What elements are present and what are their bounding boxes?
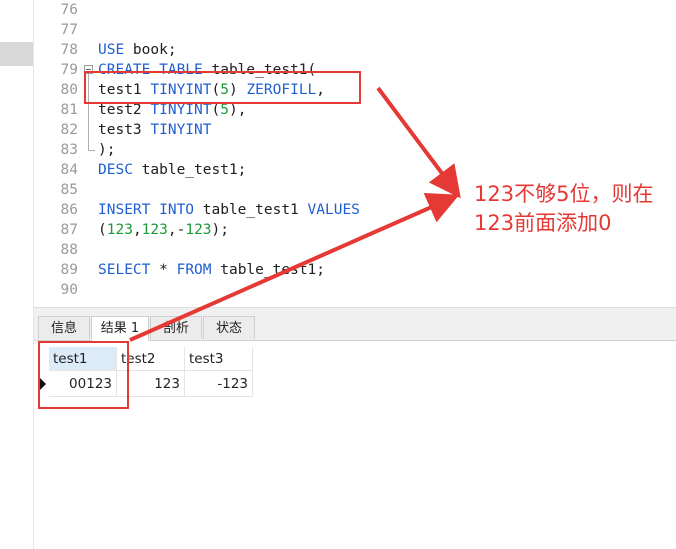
result-grid: test1 test2 test3 00123 123 -123 (34, 341, 676, 549)
annotation-line-1: 123不够5位，则在 (474, 182, 654, 206)
tab-info[interactable]: 信息 (38, 316, 90, 339)
line-number: 89 (60, 262, 78, 278)
line-number: 88 (60, 242, 78, 258)
column-header-test3[interactable]: test3 (185, 347, 253, 371)
code-text: ); (98, 140, 115, 160)
code-text: USE book; (98, 40, 177, 60)
highlight-box-code (84, 71, 361, 104)
line-number: 90 (60, 282, 78, 298)
sql-editor[interactable]: 76 77 78 USE book; 79 CREATE TABLE table_test… (34, 0, 676, 307)
code-text: INSERT INTO table_test1 VALUES (98, 200, 360, 220)
left-panel-selected-item[interactable] (0, 42, 33, 66)
sql-number: 5 (220, 102, 229, 118)
sql-keyword: DESC (98, 162, 133, 178)
sql-keyword: INSERT INTO (98, 202, 195, 218)
line-number: 76 (60, 2, 78, 18)
sql-keyword: VALUES (307, 202, 360, 218)
code-text: (123,123,-123); (98, 220, 229, 240)
sql-number: 123 (141, 222, 168, 238)
sql-text: ), (228, 102, 247, 118)
sql-text: book; (124, 42, 177, 58)
line-number: 80 (60, 82, 78, 98)
code-line[interactable]: 89 SELECT * FROM table_test1; (34, 260, 676, 280)
code-line[interactable]: 83); (34, 140, 676, 160)
code-text: DESC table_test1; (98, 160, 246, 180)
tab-status[interactable]: 状态 (203, 316, 255, 339)
line-number: 82 (60, 122, 78, 138)
code-line[interactable]: 78 USE book; (34, 40, 676, 60)
sql-text: ( (98, 222, 107, 238)
line-number: 78 (60, 42, 78, 58)
sql-keyword: FROM (176, 262, 212, 278)
sql-keyword: USE (98, 42, 125, 58)
code-line[interactable]: 76 (34, 0, 676, 20)
code-line[interactable]: 82 test3 TINYINT (34, 120, 676, 140)
code-text: test3 TINYINT (98, 120, 212, 140)
tab-result-1[interactable]: 结果 1 (91, 316, 149, 341)
code-line[interactable]: 84 DESC table_test1; (34, 160, 676, 180)
sql-text: table_test1 (194, 202, 308, 218)
line-number: 83 (60, 142, 78, 158)
line-number: 84 (60, 162, 78, 178)
code-text: SELECT * FROM table_test1; (98, 260, 325, 280)
sql-text: ); (98, 142, 116, 158)
sql-text: test3 (98, 122, 151, 138)
sql-text: , (132, 222, 142, 238)
code-line[interactable]: 77 (34, 20, 676, 40)
line-number: 81 (60, 102, 78, 118)
table-cell[interactable]: -123 (185, 371, 253, 397)
left-panel-strip (0, 0, 34, 549)
sql-number: 123 (185, 222, 212, 238)
code-line[interactable]: 90 (34, 280, 676, 300)
sql-text: ); (211, 222, 230, 238)
code-line[interactable]: 88 (34, 240, 676, 260)
sql-keyword: TINYINT (150, 122, 212, 138)
sql-text: ,- (167, 222, 186, 238)
sql-text: table_test1; (211, 262, 326, 278)
line-number: 87 (60, 222, 78, 238)
sql-text: test2 (98, 102, 151, 118)
sql-number: 123 (106, 222, 133, 238)
highlight-box-result (38, 341, 129, 409)
sql-text: * (150, 262, 177, 278)
annotation-line-2: 123前面添加0 (474, 211, 612, 235)
line-number: 79 (60, 62, 78, 78)
result-tabs: 信息 结果 1 剖析 状态 (34, 315, 676, 341)
annotation-note: 123不够5位，则在 123前面添加0 (474, 180, 674, 238)
tab-profile[interactable]: 剖析 (150, 316, 202, 339)
sql-keyword: SELECT (98, 262, 151, 278)
sql-text: table_test1; (132, 162, 247, 178)
line-number: 85 (60, 182, 78, 198)
sql-text: ( (211, 102, 221, 118)
line-number: 86 (60, 202, 78, 218)
line-number: 77 (60, 22, 78, 38)
sql-keyword: TINYINT (150, 102, 212, 118)
fold-end-marker (88, 142, 95, 151)
